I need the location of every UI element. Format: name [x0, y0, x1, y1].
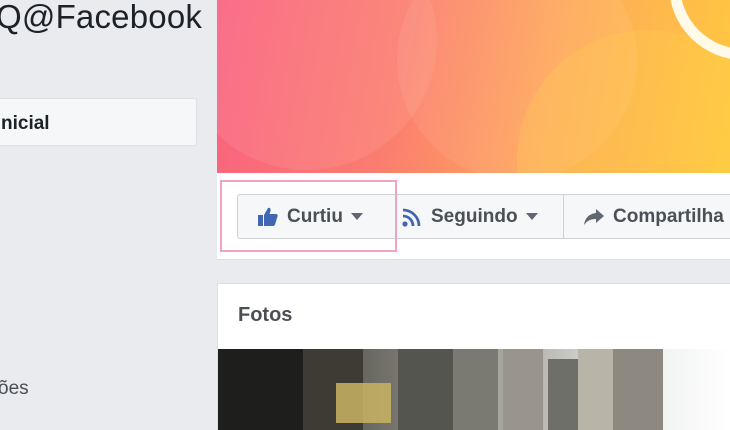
share-arrow-icon: [584, 208, 604, 226]
follow-button[interactable]: Seguindo: [384, 194, 564, 239]
photo-building: [613, 349, 663, 430]
thumbs-up-icon: [258, 207, 278, 226]
photos-card: Fotos: [217, 283, 730, 430]
follow-button-label: Seguindo: [431, 205, 518, 227]
like-button[interactable]: Curtiu: [237, 194, 385, 239]
chevron-down-icon: [350, 213, 363, 220]
photo-building: [398, 349, 453, 430]
sidebar-item-label: nicial: [1, 113, 50, 134]
photo-thumbnail[interactable]: [218, 349, 730, 430]
like-button-label: Curtiu: [287, 205, 343, 227]
photo-building: [218, 349, 303, 430]
left-column: Q@Facebook nicial ões: [0, 0, 217, 430]
photo-sign: [336, 383, 391, 423]
photo-building: [453, 349, 498, 430]
photo-building: [503, 349, 543, 430]
cover-photo[interactable]: [217, 0, 730, 173]
share-button[interactable]: Compartilha: [563, 194, 730, 239]
photo-building: [578, 349, 613, 430]
rss-icon: [402, 207, 422, 227]
page-action-bar: Curtiu Seguindo Compartilha: [217, 173, 730, 260]
chevron-down-icon: [525, 213, 538, 220]
page-handle[interactable]: Q@Facebook: [0, 0, 202, 36]
share-button-label: Compartilha: [613, 205, 724, 227]
photo-building: [548, 359, 578, 430]
sidebar-item-partial[interactable]: ões: [0, 378, 29, 400]
photos-title[interactable]: Fotos: [238, 304, 292, 327]
sidebar-item-inicial[interactable]: nicial: [0, 98, 197, 146]
